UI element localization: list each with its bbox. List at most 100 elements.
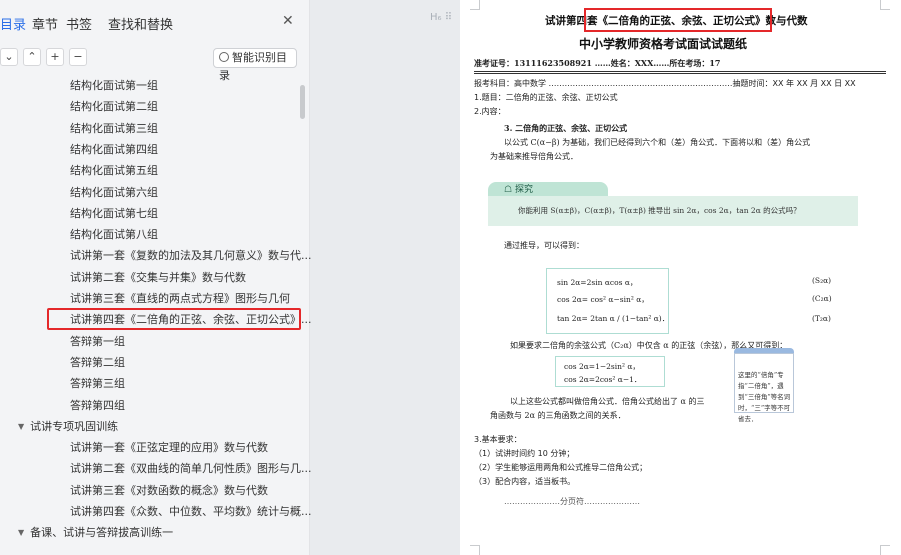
outline-item[interactable]: 结构化面试第三组 [70, 120, 158, 138]
outline-item-label: 答辩第三组 [70, 377, 125, 391]
expand-arrow-icon[interactable]: ▼ [18, 524, 24, 542]
outline-item[interactable]: 结构化面试第四组 [70, 141, 158, 159]
document-subtitle: 中小学教师资格考试面试试题纸 [579, 37, 748, 51]
outline-item[interactable]: 试讲第三套《直线的两点式方程》图形与几何 [70, 290, 290, 308]
tab-chapter[interactable]: 章节 [32, 14, 58, 33]
outline-item-label: 试讲第四套《众数、中位数、平均数》统计与概... [70, 505, 312, 518]
item-topic: 1.题目：二倍角的正弦、余弦、正切公式 [474, 93, 618, 102]
formula-tag: (T₂α) [812, 314, 831, 323]
tab-bookmark[interactable]: 书签 [66, 14, 92, 33]
paragraph: 角函数与 2α 的三角函数之间的关系． [490, 411, 626, 420]
outline-item-label: 试讲第三套《直线的两点式方程》图形与几何 [70, 292, 290, 305]
formula-box: sin 2α=2sin αcos α， cos 2α= cos² α−sin² … [546, 268, 669, 334]
outline-item-label: 结构化面试第二组 [70, 100, 158, 114]
paragraph: 以上这些公式都叫做倍角公式．倍角公式给出了 α 的三 [510, 397, 705, 406]
requirement-item: （1）试讲时间约 10 分钟； [474, 449, 575, 458]
outline-item[interactable]: 试讲第二套《双曲线的简单几何性质》图形与几... [70, 460, 312, 478]
outline-item[interactable]: 试讲第四套《众数、中位数、平均数》统计与概... [70, 503, 312, 521]
outline-item-label: 试讲第二套《双曲线的简单几何性质》图形与几... [70, 462, 312, 476]
divider [474, 71, 886, 72]
formula-sin: sin 2α=2sin αcos α， [557, 278, 638, 287]
outline-item[interactable]: 答辩第一组 [70, 333, 125, 351]
outline-item[interactable]: 试讲第一套《复数的加法及其几何意义》数与代... [70, 247, 312, 265]
explore-box: ☖ 探究 你能利用 S(α±β)，C(α±β)，T(α±β) 推导出 sin 2… [488, 182, 858, 230]
outline-item-label: 结构化面试第六组 [70, 185, 158, 199]
outline-item[interactable]: 试讲第二套《交集与并集》数与代数 [70, 269, 246, 287]
outline-item-label: 备课、试讲与答辩拔高训练一 [30, 526, 174, 540]
item-content: 2.内容： [474, 107, 506, 116]
outline-item[interactable]: 结构化面试第二组 [70, 98, 158, 116]
outline-item[interactable]: 结构化面试第一组 [70, 77, 158, 95]
scrollbar[interactable] [300, 85, 305, 119]
outline-item[interactable]: 试讲第三套《对数函数的概念》数与代数 [70, 482, 268, 500]
page-corner-mark [470, 545, 480, 555]
collapse-all-button[interactable]: ⌄ [0, 48, 18, 66]
subject-line: 报考科目：高中数学 ……………………………………………………………抽题时间：XX… [474, 79, 856, 88]
close-icon[interactable]: ✕ [282, 13, 294, 29]
outline-item[interactable]: 结构化面试第七组 [70, 205, 158, 223]
outline-item-label: 结构化面试第七组 [70, 206, 158, 220]
explore-label: 探究 [514, 185, 533, 195]
tab-catalog[interactable]: 目录 [0, 14, 26, 33]
formula-cos-alt2: cos 2α=2cos² α−1． [564, 375, 642, 384]
formula-cos-alt1: cos 2α=1−2sin² α， [564, 362, 640, 371]
smart-recognize-label: 智能识别目录 [219, 51, 287, 82]
section-heading: 3. 二倍角的正弦、余弦、正切公式 [504, 123, 628, 133]
add-heading-button[interactable]: + [46, 48, 64, 66]
paragraph: 以公式 C(α−β) 为基础，我们已经得到六个和（差）角公式．下面将以和（差）角… [504, 138, 811, 147]
outline-item-label: 答辩第四组 [70, 398, 125, 412]
outline-group[interactable]: ▼ 试讲专项巩固训练 [18, 418, 118, 436]
divider [474, 73, 886, 74]
outline-item-label: 答辩第二组 [70, 355, 125, 369]
explore-icon: ☖ [504, 185, 515, 195]
exam-info-line: 准考证号：13111623508921 ……姓名：XXX……所在考场：17 [474, 58, 721, 68]
formula-cos: cos 2α= cos² α−sin² α， [557, 295, 649, 304]
outline-item-label: 结构化面试第三组 [70, 121, 158, 135]
requirements-title: 3.基本要求： [474, 435, 522, 444]
outline-group[interactable]: ▼ 备课、试讲与答辩拔高训练一 [18, 524, 173, 542]
smart-recognize-icon [219, 52, 229, 62]
requirement-item: （2）学生能够运用两角和公式推导二倍角公式； [474, 463, 648, 472]
block-handle-icon[interactable]: H₆ ⠿ [430, 12, 452, 23]
explore-text: 你能利用 S(α±β)，C(α±β)，T(α±β) 推导出 sin 2α，cos… [488, 196, 858, 226]
formula-tag: (C₂α) [812, 294, 832, 303]
outline-item-label: 试讲第三套《对数函数的概念》数与代数 [70, 483, 268, 497]
outline-item[interactable]: 答辩第四组 [70, 397, 125, 415]
note-text: 这里的“倍角”专指“二倍角”，遇到“三倍角”等名词时，“三”字等不可省去． [738, 371, 791, 423]
outline-item-label: 试讲专项巩固训练 [30, 419, 119, 433]
outline-item[interactable]: 结构化面试第五组 [70, 162, 158, 180]
tab-find-replace[interactable]: 查找和替换 [108, 14, 173, 33]
expand-arrow-icon[interactable]: ▼ [18, 418, 24, 436]
expand-all-button[interactable]: ⌃ [23, 48, 41, 66]
formula-tag: (S₂α) [812, 276, 832, 285]
formula-box: cos 2α=1−2sin² α， cos 2α=2cos² α−1． [555, 356, 665, 387]
page-corner-mark [470, 0, 480, 10]
page-break-marker: …………………分页符………………… [504, 497, 640, 506]
panel-tabs: 目录 章节 书签 查找和替换 ✕ [0, 0, 310, 44]
outline-toolbar: ⌄ ⌃ + − 智能识别目录 [0, 48, 310, 82]
page-corner-mark [880, 545, 890, 555]
outline-panel: 目录 章节 书签 查找和替换 ✕ ⌄ ⌃ + − 智能识别目录 结构化面试第一组… [0, 0, 312, 555]
outline-item[interactable]: 结构化面试第八组 [70, 226, 158, 244]
outline-item-label: 答辩第一组 [70, 334, 125, 348]
title-highlight-box [584, 8, 772, 32]
formula-tan: tan 2α= 2tan α / (1−tan² α)． [557, 314, 670, 323]
selection-highlight-box [47, 308, 301, 330]
paragraph: 为基础来推导倍角公式． [490, 152, 578, 161]
outline-item-label: 试讲第一套《复数的加法及其几何意义》数与代... [70, 249, 312, 263]
outline-item-label: 结构化面试第五组 [70, 164, 158, 178]
outline-item[interactable]: 答辩第二组 [70, 354, 125, 372]
paragraph: 通过推导，可以得到： [504, 241, 584, 250]
outline-item[interactable]: 试讲第一套《正弦定理的应用》数与代数 [70, 439, 268, 457]
smart-recognize-button[interactable]: 智能识别目录 [213, 48, 297, 82]
outline-item-label: 试讲第二套《交集与并集》数与代数 [70, 270, 246, 284]
outline-item-label: 结构化面试第一组 [70, 79, 158, 92]
outline-item[interactable]: 答辩第三组 [70, 375, 125, 393]
document-page: 试讲第四套《二倍角的正弦、余弦、正切公式》数与代数 中小学教师资格考试面试试题纸… [460, 0, 901, 555]
remove-heading-button[interactable]: − [69, 48, 87, 66]
outline-item-label: 结构化面试第四组 [70, 142, 158, 156]
requirement-item: （3）配合内容，适当板书。 [474, 477, 576, 486]
outline-item[interactable]: 结构化面试第六组 [70, 184, 158, 202]
page-corner-mark [880, 0, 890, 10]
outline-item-label: 试讲第一套《正弦定理的应用》数与代数 [70, 441, 268, 455]
